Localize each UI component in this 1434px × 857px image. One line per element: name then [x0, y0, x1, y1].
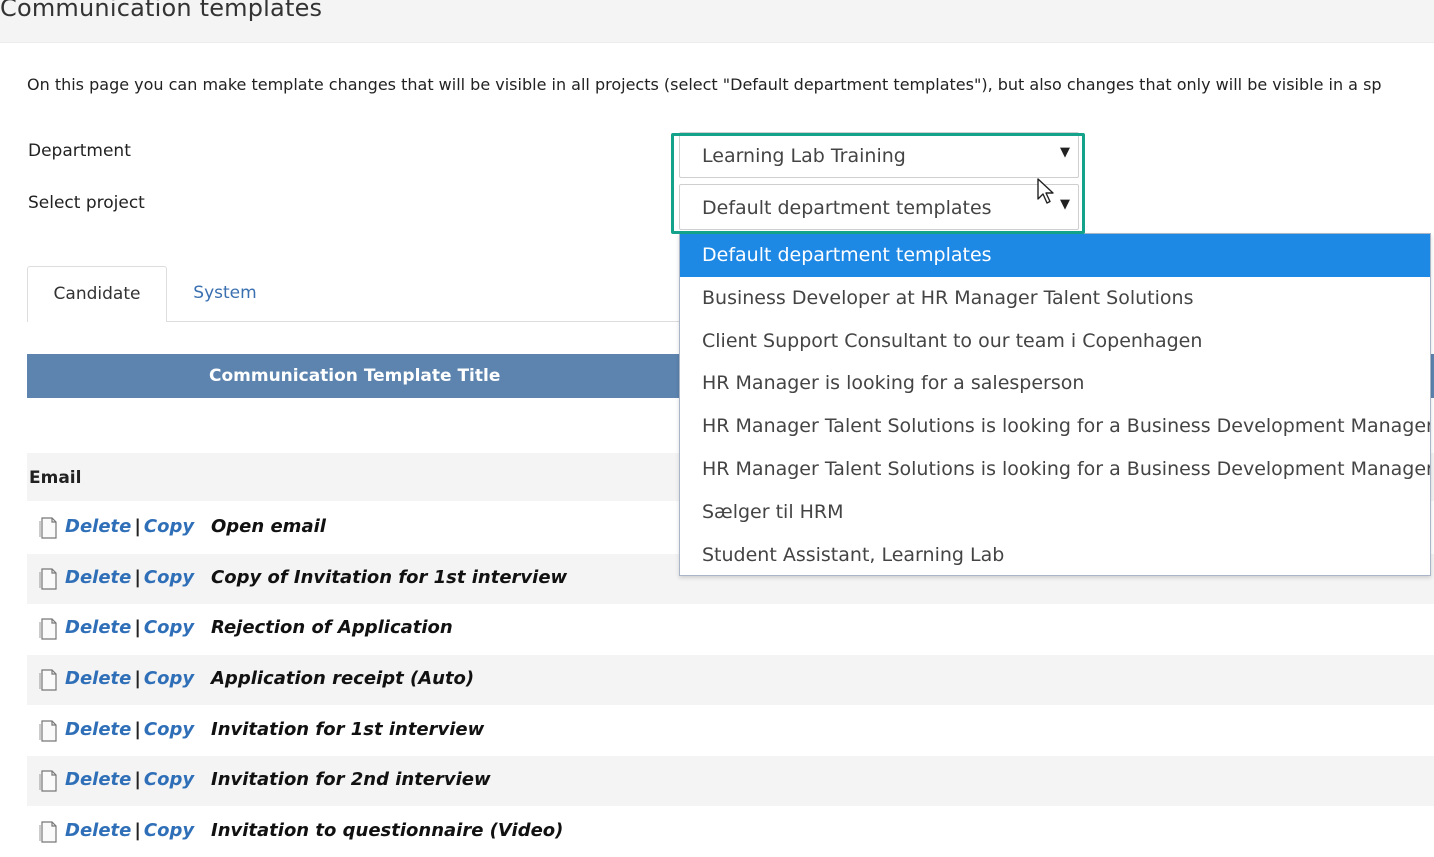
- document-icon[interactable]: [39, 720, 59, 742]
- row-actions: Delete | Copy: [65, 769, 194, 790]
- copy-link[interactable]: Copy: [144, 567, 194, 588]
- dropdown-option[interactable]: Student Assistant, Learning Lab: [680, 534, 1430, 575]
- document-icon[interactable]: [39, 568, 59, 590]
- department-select[interactable]: Learning Lab Training ▼: [679, 132, 1079, 178]
- row-actions: Delete | Copy: [65, 719, 194, 740]
- dropdown-option[interactable]: HR Manager is looking for a salesperson: [680, 362, 1430, 405]
- document-icon[interactable]: [39, 770, 59, 792]
- tab-underline: [166, 321, 686, 322]
- copy-link[interactable]: Copy: [144, 617, 194, 638]
- dropdown-option[interactable]: HR Manager Talent Solutions is looking f…: [680, 405, 1430, 448]
- template-title[interactable]: Copy of Invitation for 1st interview: [211, 567, 567, 588]
- tab-system[interactable]: System: [175, 266, 275, 322]
- table-row: Delete | Copy Invitation for 1st interview: [27, 706, 1434, 756]
- dropdown-option[interactable]: Sælger til HRM: [680, 491, 1430, 534]
- template-title[interactable]: Rejection of Application: [211, 617, 453, 638]
- action-separator: |: [134, 617, 141, 638]
- delete-link[interactable]: Delete: [65, 820, 131, 841]
- cursor-icon: [1037, 178, 1054, 204]
- action-separator: |: [134, 567, 141, 588]
- action-separator: |: [134, 668, 141, 689]
- template-title[interactable]: Invitation to questionnaire (Video): [211, 820, 563, 841]
- row-actions: Delete | Copy: [65, 617, 194, 638]
- tab-candidate[interactable]: Candidate: [27, 266, 167, 322]
- project-select[interactable]: Default department templates ▼: [679, 184, 1079, 230]
- dropdown-option[interactable]: HR Manager Talent Solutions is looking f…: [680, 448, 1430, 491]
- template-title[interactable]: Open email: [211, 516, 326, 537]
- table-row: Delete | Copy Application receipt (Auto): [27, 655, 1434, 705]
- document-icon[interactable]: [39, 517, 59, 539]
- template-title[interactable]: Invitation for 1st interview: [211, 719, 484, 740]
- project-dropdown-list: Default department templates Business Dev…: [679, 233, 1431, 576]
- department-label: Department: [28, 141, 131, 161]
- copy-link[interactable]: Copy: [144, 769, 194, 790]
- row-actions: Delete | Copy: [65, 567, 194, 588]
- table-row: Delete | Copy Rejection of Application: [27, 604, 1434, 654]
- copy-link[interactable]: Copy: [144, 820, 194, 841]
- chevron-down-icon: ▼: [1060, 145, 1070, 160]
- copy-link[interactable]: Copy: [144, 719, 194, 740]
- template-title[interactable]: Invitation for 2nd interview: [211, 769, 491, 790]
- action-separator: |: [134, 769, 141, 790]
- delete-link[interactable]: Delete: [65, 668, 131, 689]
- chevron-down-icon: ▼: [1060, 197, 1070, 212]
- delete-link[interactable]: Delete: [65, 516, 131, 537]
- department-select-value: Learning Lab Training: [702, 145, 906, 167]
- row-actions: Delete | Copy: [65, 820, 194, 841]
- action-separator: |: [134, 820, 141, 841]
- intro-text: On this page you can make template chang…: [27, 75, 1382, 94]
- row-actions: Delete | Copy: [65, 516, 194, 537]
- document-icon[interactable]: [39, 618, 59, 640]
- dropdown-option[interactable]: Default department templates: [680, 234, 1430, 277]
- copy-link[interactable]: Copy: [144, 668, 194, 689]
- action-separator: |: [134, 516, 141, 537]
- delete-link[interactable]: Delete: [65, 617, 131, 638]
- page-title: Communication templates: [0, 0, 323, 22]
- table-row: Delete | Copy Invitation for 2nd interview: [27, 756, 1434, 806]
- project-select-value: Default department templates: [702, 197, 992, 219]
- project-label: Select project: [28, 193, 145, 213]
- template-title[interactable]: Application receipt (Auto): [211, 668, 474, 689]
- delete-link[interactable]: Delete: [65, 769, 131, 790]
- delete-link[interactable]: Delete: [65, 567, 131, 588]
- document-icon[interactable]: [39, 821, 59, 843]
- delete-link[interactable]: Delete: [65, 719, 131, 740]
- dropdown-option[interactable]: Business Developer at HR Manager Talent …: [680, 277, 1430, 320]
- action-separator: |: [134, 719, 141, 740]
- document-icon[interactable]: [39, 669, 59, 691]
- dropdown-option[interactable]: Client Support Consultant to our team i …: [680, 320, 1430, 363]
- table-row: Delete | Copy Invitation to questionnaire (…: [27, 807, 1434, 857]
- copy-link[interactable]: Copy: [144, 516, 194, 537]
- row-actions: Delete | Copy: [65, 668, 194, 689]
